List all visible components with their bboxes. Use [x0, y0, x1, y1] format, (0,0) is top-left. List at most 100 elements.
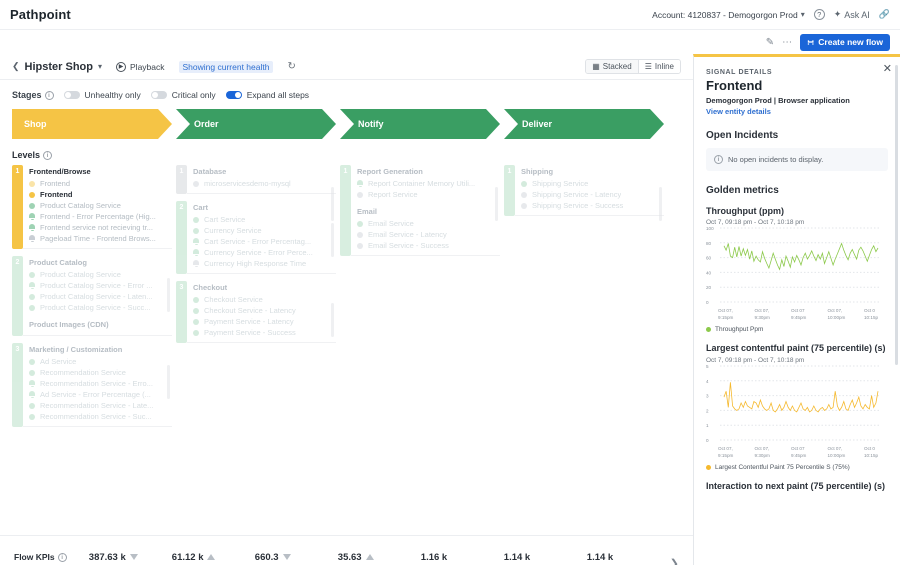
level-node[interactable]: Recommendation Service — [29, 367, 172, 378]
level-group[interactable]: 1 Shipping Shipping Service Shipping Servic… — [504, 165, 664, 221]
level-node[interactable]: Product Catalog Service — [29, 200, 172, 211]
alert-bell-icon — [193, 260, 199, 267]
level-node[interactable]: Product Catalog Service - Laten... — [29, 291, 172, 302]
expand-all-steps-toggle[interactable]: Expand all steps — [225, 90, 309, 100]
level-node[interactable]: Recommendation Service - Late... — [29, 400, 172, 411]
level-node-label: Product Catalog Service - Laten... — [40, 292, 153, 301]
level-node[interactable]: Email Service — [357, 218, 500, 229]
status-dot-icon — [521, 202, 527, 209]
back-chevron-icon[interactable]: ❮ — [12, 61, 20, 72]
info-icon[interactable]: i — [43, 150, 53, 160]
level-node[interactable]: Payment Service - Latency — [193, 316, 336, 327]
kpi-item[interactable]: 1.14 kPayments Attempted — [504, 552, 587, 565]
unhealthy-only-toggle[interactable]: Unhealthy only — [63, 90, 141, 100]
group-scrollbar[interactable] — [495, 187, 498, 221]
level-node[interactable]: Cart Service - Error Percentag... — [193, 236, 336, 247]
ellipsis-icon[interactable]: ⋯ — [782, 37, 792, 48]
account-selector[interactable]: Account: 4120837 - Demogorgon Prod ▾ — [652, 10, 805, 20]
group-scrollbar[interactable] — [331, 303, 334, 337]
stage-shop[interactable]: Shop — [12, 109, 172, 139]
close-icon[interactable]: ✕ — [883, 62, 892, 75]
level-node[interactable]: Checkout Service — [193, 294, 336, 305]
level-group[interactable]: 3 Checkout Checkout Service Checkout Servic… — [176, 281, 336, 343]
panel-body: SIGNAL DETAILS Frontend Demogorgon Prod … — [694, 57, 900, 492]
link-icon[interactable]: 🔗 — [879, 9, 890, 20]
info-icon[interactable]: i — [44, 90, 54, 100]
level-node-label: Product Catalog Service — [40, 201, 121, 210]
level-node-label: Report Container Memory Utili... — [368, 179, 476, 188]
level-node[interactable]: Shipping Service — [521, 178, 664, 189]
stage-notify[interactable]: Notify — [340, 109, 500, 139]
level-node[interactable]: Report Container Memory Utili... — [357, 178, 500, 189]
view-stacked-button[interactable]: ▦ Stacked — [586, 60, 638, 73]
kpi-next-button[interactable]: ❯ — [670, 557, 679, 565]
level-node[interactable]: Currency Service - Error Perce... — [193, 247, 336, 258]
view-entity-details-link[interactable]: View entity details — [706, 107, 888, 116]
level-node[interactable]: Recommendation Service - Suc... — [29, 411, 172, 422]
chart-plot[interactable]: 0 20 40 60 80 100 Oct 07, 9:15pm Oct 07, 9:30pm Oc… — [706, 226, 882, 324]
create-new-flow-button[interactable]: ∺ Create new flow — [800, 33, 890, 51]
view-inline-button[interactable]: ☰ Inline — [637, 60, 680, 73]
svg-text:Oct 07,: Oct 07, — [828, 308, 843, 313]
kpi-item[interactable]: 35.63Abandoned Carts — [338, 552, 421, 565]
kpi-item[interactable]: 660.3Average Cart Total — [255, 552, 338, 565]
refresh-icon[interactable]: ↻ — [287, 61, 295, 72]
stage-order[interactable]: Order — [176, 109, 336, 139]
level-node[interactable]: Email Service - Success — [357, 240, 500, 251]
kpi-item[interactable]: 1.14 kEmail Confirmations Sent — [587, 552, 670, 565]
level-node[interactable]: Shipping Service - Success — [521, 200, 664, 211]
chart-plot[interactable]: 0 1 2 3 4 5 Oct 07, 9:15pm Oct 07, 9:30pm Oct 07 9:… — [706, 364, 882, 462]
playback-button[interactable]: ▶ Playback — [116, 61, 165, 72]
panel-subtitle: Demogorgon Prod | Browser application — [706, 96, 850, 105]
no-incidents-message: i No open incidents to display. — [706, 148, 888, 171]
group-scrollbar[interactable] — [167, 365, 170, 399]
level-group-body: Report Generation Report Container Memory… — [351, 165, 500, 256]
kpi-item[interactable]: 387.63 kTotal Revenue — [89, 552, 172, 565]
help-icon[interactable]: ? — [813, 9, 825, 20]
info-icon[interactable]: i — [57, 552, 67, 562]
level-node[interactable]: Product Catalog Service — [29, 269, 172, 280]
level-node[interactable]: microservicesdemo-mysql — [193, 178, 336, 189]
level-node[interactable]: Report Service — [357, 189, 500, 200]
level-node[interactable]: Checkout Service - Latency — [193, 305, 336, 316]
level-group[interactable]: 1 Report Generation Report Container Memor… — [340, 165, 500, 256]
level-node[interactable]: Product Catalog Service - Error ... — [29, 280, 172, 291]
level-number: 3 — [12, 343, 23, 427]
panel-scrollbar[interactable] — [895, 65, 898, 365]
level-group[interactable]: 3 Marketing / Customization Ad Service Reco… — [12, 343, 172, 427]
group-scrollbar[interactable] — [659, 187, 662, 221]
level-node[interactable]: Currency Service — [193, 225, 336, 236]
level-node[interactable]: Pageload Time - Frontend Brows... — [29, 233, 172, 244]
level-node[interactable]: Payment Service - Success — [193, 327, 336, 338]
level-node[interactable]: Frontend — [29, 178, 172, 189]
level-node[interactable]: Cart Service — [193, 214, 336, 225]
level-node-label: Payment Service - Latency — [204, 317, 294, 326]
level-node[interactable]: Ad Service — [29, 356, 172, 367]
level-node[interactable]: Frontend - Error Percentage (Hig... — [29, 211, 172, 222]
level-node[interactable]: Frontend service not recieving tr... — [29, 222, 172, 233]
level-node[interactable]: Ad Service - Error Percentage (... — [29, 389, 172, 400]
level-group[interactable]: 2 Product Catalog Product Catalog Service P… — [12, 256, 172, 336]
level-group[interactable]: 1 Frontend/Browse Frontend Frontend Product … — [12, 165, 172, 249]
pencil-icon[interactable]: ✎ — [766, 37, 774, 48]
level-node[interactable]: Currency High Response Time — [193, 258, 336, 269]
flow-name-selector[interactable]: ❮ Hipster Shop ▾ — [12, 61, 102, 73]
ask-ai-button[interactable]: ✦ Ask AI — [834, 9, 870, 20]
level-group[interactable]: 2 Cart Cart Service Currency Service Cart Se… — [176, 201, 336, 274]
group-scrollbar[interactable] — [331, 223, 334, 257]
critical-only-toggle[interactable]: Critical only — [150, 90, 216, 100]
kpi-item[interactable]: 1.16 kOrders Placed — [421, 552, 504, 565]
level-node[interactable]: Recommendation Service - Erro... — [29, 378, 172, 389]
kpi-item[interactable]: 61.12 kDropped Revenue — [172, 552, 255, 565]
svg-text:9:45pm: 9:45pm — [791, 315, 806, 320]
level-node-label: Email Service — [368, 219, 414, 228]
stage-deliver[interactable]: Deliver — [504, 109, 664, 139]
group-scrollbar[interactable] — [167, 278, 170, 312]
level-node[interactable]: Frontend — [29, 189, 172, 200]
svg-text:Oct 07,: Oct 07, — [718, 308, 733, 313]
level-group[interactable]: 1 Database microservicesdemo-mysql — [176, 165, 336, 221]
level-node[interactable]: Shipping Service - Latency — [521, 189, 664, 200]
level-node[interactable]: Email Service - Latency — [357, 229, 500, 240]
level-node[interactable]: Product Catalog Service - Succ... — [29, 302, 172, 313]
status-dot-icon — [29, 413, 35, 420]
